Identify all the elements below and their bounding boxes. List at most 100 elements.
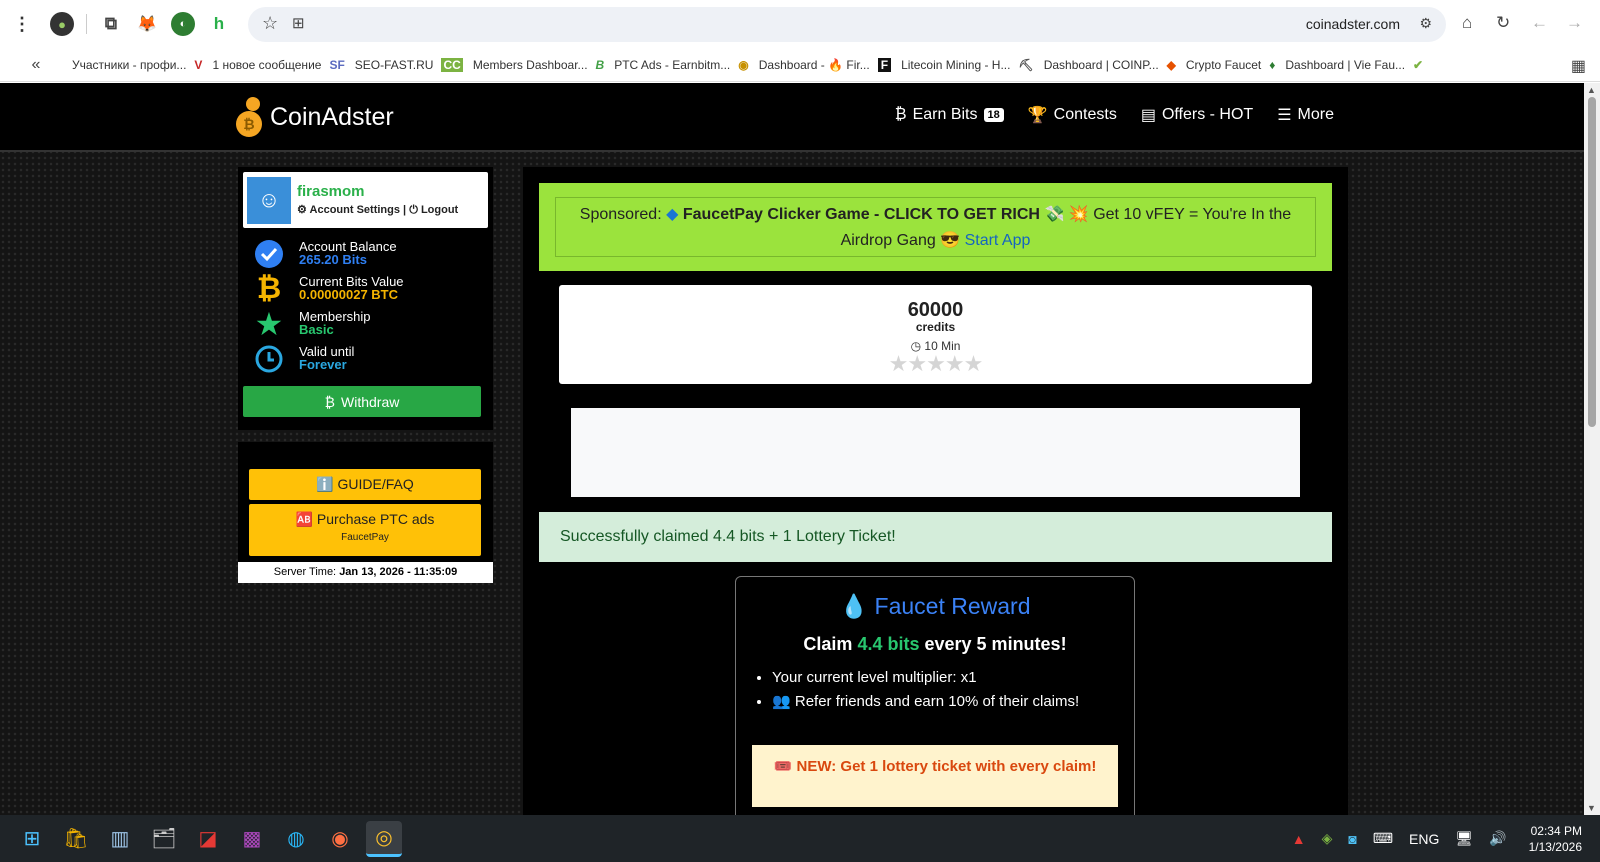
language-indicator[interactable]: ENG <box>1409 831 1439 847</box>
tray-security-icon[interactable]: ◙ <box>1348 831 1356 847</box>
star-icon: ★ <box>963 351 984 376</box>
windows-start-icon[interactable]: ⊞ <box>14 821 50 857</box>
start-app-link[interactable]: Start App <box>965 232 1031 249</box>
system-clock[interactable]: 02:34 PM 1/13/2026 <box>1529 823 1582 855</box>
faucet-title-text: Faucet Reward <box>874 593 1031 619</box>
check-circle-icon <box>253 238 285 270</box>
faucet-reward-card: 💧 Faucet Reward Claim 4.4 bits every 5 m… <box>735 576 1135 815</box>
links-panel: ℹ️ GUIDE/FAQ 🆎 Purchase PTC ads FaucetPa… <box>238 442 493 562</box>
bookmark-label: Dashboard - 🔥 Fir... <box>758 57 870 72</box>
people-icon: 👥 <box>772 693 791 710</box>
bookmark-icon: CC <box>441 57 463 72</box>
bookmark-item[interactable]: Dashboard | Vie Fau... ✔ <box>1285 58 1423 72</box>
trophy-icon: 🏆 <box>1027 107 1048 124</box>
clock-date: 1/13/2026 <box>1528 839 1582 854</box>
page-scrollbar[interactable]: ▲ ▼ <box>1584 83 1600 815</box>
browser-menu-icon[interactable]: ⋮ <box>0 14 44 35</box>
sponsored-label: Sponsored: <box>579 206 662 223</box>
bookmark-item[interactable]: Members Dashboar... B <box>473 58 604 72</box>
stat-account-balance: Account Balance 265.20 Bits <box>243 236 488 271</box>
tray-app-icon[interactable]: ◈ <box>1322 830 1333 847</box>
extension-avatar-icon[interactable]: ● <box>50 12 74 36</box>
bookmark-icon: F <box>877 57 892 72</box>
bookmark-drop-icon: ♦ <box>1269 57 1276 72</box>
file-explorer-icon[interactable]: 🗂 <box>146 821 182 857</box>
bookmark-item[interactable]: PTC Ads - Earnbitm... ◉ <box>614 58 749 72</box>
bookmark-item[interactable]: Dashboard - 🔥 Fir... F <box>758 57 892 72</box>
faucet-title: 💧 Faucet Reward <box>736 593 1134 620</box>
withdraw-button[interactable]: ₿ Withdraw <box>243 386 481 417</box>
metamask-fox-icon[interactable]: 🦊 <box>135 12 159 36</box>
store-icon[interactable]: 🛍 <box>58 821 94 857</box>
claim-amount: 4.4 bits <box>857 634 920 654</box>
bookmark-star-icon[interactable]: ☆ <box>262 13 278 34</box>
extensions-puzzle-icon[interactable]: ⧉ <box>99 12 123 36</box>
translate-icon[interactable]: ⊞ <box>292 14 305 32</box>
edge-browser-icon[interactable]: ◍ <box>278 821 314 857</box>
nav-more[interactable]: ☰ More <box>1277 105 1334 125</box>
multiplier-text: Your current level multiplier: x1 <box>772 669 977 686</box>
bookmark-item[interactable]: Участники - профи... V <box>72 58 202 72</box>
bookmark-label: Crypto Faucet <box>1185 57 1262 72</box>
browser-toolbar: ⋮ ● ⧉ 🦊 ◐ h ☆ ⊞ coinadster.com ⚙ ⌂ ↻ ← → <box>0 0 1600 48</box>
guide-faq-button[interactable]: ℹ️ GUIDE/FAQ <box>249 469 481 500</box>
bookmark-item[interactable]: Litecoin Mining - H... ⛏ <box>901 58 1034 72</box>
list-item: 👥 Refer friends and earn 10% of their cl… <box>772 692 1134 710</box>
notepad-icon[interactable]: ▥ <box>102 821 138 857</box>
username: firasmom <box>297 183 365 200</box>
media-app-icon[interactable]: ▩ <box>234 821 270 857</box>
count-badge: 18 <box>983 108 1004 122</box>
nav-label: Earn Bits <box>912 106 978 123</box>
bookmark-item[interactable]: SEO-FAST.RU CC <box>355 57 463 72</box>
address-bar[interactable]: ☆ ⊞ coinadster.com ⚙ <box>248 7 1446 42</box>
nav-earn-bits[interactable]: ₿ Earn Bits 18 <box>895 105 1004 125</box>
site-settings-icon[interactable]: ⚙ <box>1419 15 1432 32</box>
bookmark-item[interactable]: Dashboard | COINP... ◆ <box>1044 58 1176 72</box>
collapse-sidebar-icon[interactable]: « <box>0 56 72 74</box>
network-icon[interactable]: 🖥 <box>1455 830 1473 847</box>
office-app-icon[interactable]: ◪ <box>190 821 226 857</box>
nav-label: Offers - HOT <box>1161 106 1254 123</box>
forward-icon[interactable]: → <box>1566 13 1583 33</box>
account-settings-link[interactable]: Account Settings <box>310 204 400 216</box>
rating-stars[interactable]: ★★★★★ <box>559 353 1312 375</box>
nav-contests[interactable]: 🏆 Contests <box>1028 105 1117 125</box>
h-extension-icon[interactable]: h <box>207 12 231 36</box>
apps-grid-icon[interactable]: ▦ <box>1571 56 1586 76</box>
bookmark-miner-icon: ⛏ <box>1018 57 1034 72</box>
server-time: Server Time: Jan 13, 2026 - 11:35:09 <box>238 562 493 583</box>
logout-link[interactable]: Logout <box>421 204 458 216</box>
offer-card[interactable]: 60000 credits ◷ 10 Min ★★★★★ <box>559 285 1312 384</box>
firefox-browser-icon[interactable]: ◉ <box>322 821 358 857</box>
back-icon[interactable]: ← <box>1531 13 1548 33</box>
link-divider: | <box>403 204 407 216</box>
faucet-info-list: Your current level multiplier: x1 👥 Refe… <box>772 669 1134 710</box>
stat-value: 265.20 Bits <box>299 252 367 267</box>
tray-up-arrow-icon[interactable]: ▲ <box>1292 831 1306 847</box>
stat-bits-value: ₿ Current Bits Value 0.00000027 BTC <box>243 271 488 306</box>
referral-text: Refer friends and earn 10% of their clai… <box>794 693 1080 710</box>
bookmark-item[interactable]: Crypto Faucet ♦ <box>1186 58 1276 72</box>
purchase-ptc-button[interactable]: 🆎 Purchase PTC ads FaucetPay <box>249 504 481 556</box>
keyboard-icon[interactable]: ⌨ <box>1373 830 1393 847</box>
list-item: Your current level multiplier: x1 <box>772 669 1134 686</box>
bookmark-item[interactable]: 1 новое сообщение SF <box>212 58 344 72</box>
scroll-down-icon[interactable]: ▼ <box>1587 803 1596 813</box>
nav-offers[interactable]: ▤ Offers - HOT <box>1141 105 1253 125</box>
page-content: ₿ CoinAdster ₿ Earn Bits 18 🏆 Contests ▤… <box>0 83 1584 815</box>
home-icon[interactable]: ⌂ <box>1462 13 1472 33</box>
bookmark-icon: B <box>595 57 605 72</box>
reload-icon[interactable]: ↻ <box>1496 13 1510 33</box>
sponsored-banner: Sponsored: ◆ FaucetPay Clicker Game - CL… <box>539 183 1332 271</box>
url-text[interactable]: coinadster.com <box>1306 16 1400 32</box>
scroll-thumb[interactable] <box>1588 97 1596 427</box>
globe-extension-icon[interactable]: ◐ <box>171 12 195 36</box>
chrome-browser-icon[interactable]: ◎ <box>366 820 402 857</box>
scroll-up-icon[interactable]: ▲ <box>1587 85 1596 95</box>
site-logo[interactable]: ₿ CoinAdster <box>236 97 394 137</box>
claim-suffix: every 5 minutes! <box>924 634 1067 654</box>
star-icon: ★ <box>907 351 927 376</box>
user-info: firasmom ⚙ Account Settings | ⏻ Logout <box>297 183 458 217</box>
ad-slot[interactable] <box>571 408 1300 497</box>
volume-icon[interactable]: 🔊 <box>1489 830 1506 847</box>
